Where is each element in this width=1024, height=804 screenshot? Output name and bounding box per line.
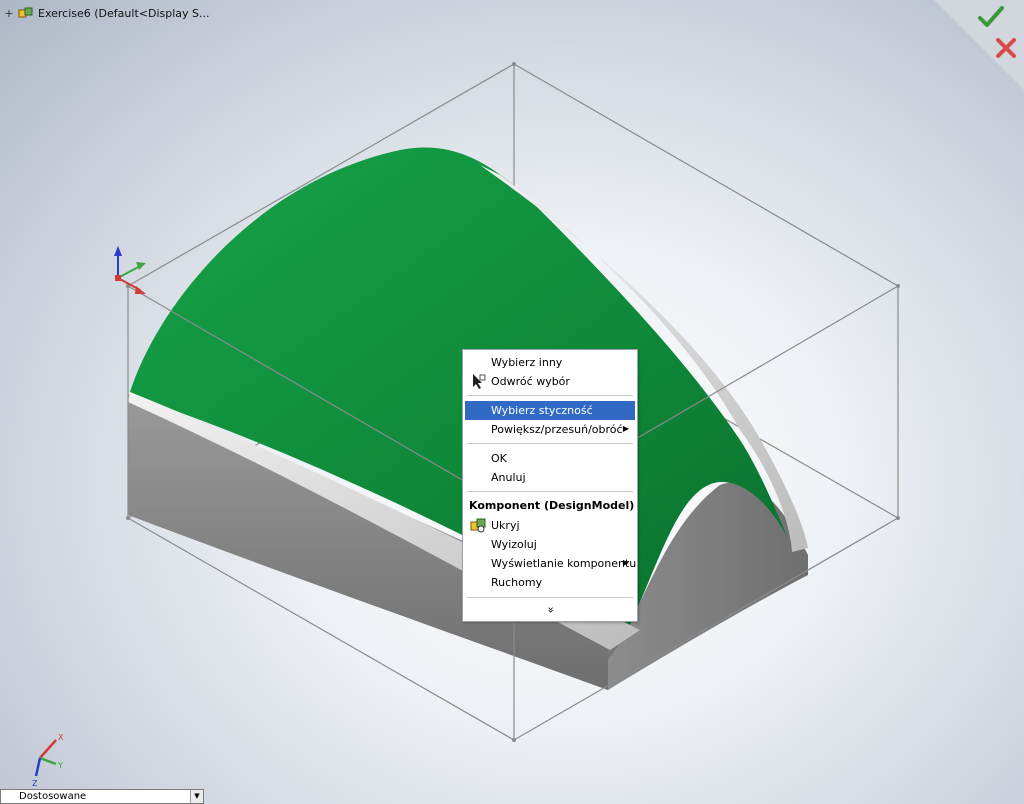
reference-triad: X Y Z xyxy=(32,733,64,788)
menu-separator xyxy=(467,443,633,444)
checkmark-icon xyxy=(978,6,1004,27)
cancel-button[interactable] xyxy=(992,34,1020,62)
menu-separator xyxy=(467,491,633,492)
confirmation-corner xyxy=(934,0,1024,90)
configuration-value: Dostosowane xyxy=(19,791,87,802)
triad-x-label: X xyxy=(58,733,64,742)
feature-tree-header[interactable]: + Exercise6 (Default<Display S... xyxy=(4,4,209,22)
cursor-icon xyxy=(473,374,486,389)
triad-z-label: Z xyxy=(32,779,38,788)
ok-button[interactable] xyxy=(976,4,1006,30)
menu-separator xyxy=(467,597,633,598)
cross-icon xyxy=(996,38,1016,58)
menu-item-isolate[interactable]: Wyizoluj xyxy=(465,535,635,554)
expand-menu-button[interactable]: » xyxy=(463,602,637,618)
menu-item-hide[interactable]: Ukryj xyxy=(465,516,635,535)
menu-item-zoom-pan-rotate[interactable]: Powiększ/przesuń/obróć ▶ xyxy=(465,420,635,439)
assembly-icon xyxy=(18,7,33,18)
submenu-arrow-icon: ▶ xyxy=(622,558,629,567)
submenu-arrow-icon: ▶ xyxy=(622,424,629,433)
menu-item-invert-selection[interactable]: Odwróć wybór xyxy=(465,372,635,391)
menu-item-floating[interactable]: Ruchomy xyxy=(465,573,635,592)
context-menu: Wybierz inny Odwróć wybór Wybierz styczn… xyxy=(462,349,638,622)
expand-icon[interactable]: + xyxy=(4,7,14,20)
menu-item-component-display[interactable]: Wyświetlanie komponentu ▶ xyxy=(465,554,636,573)
menu-item-select-tangency[interactable]: Wybierz styczność xyxy=(465,401,635,420)
menu-separator xyxy=(467,395,633,396)
menu-section-header: Komponent (DesignModel) xyxy=(469,499,635,512)
graphics-viewport[interactable]: + Exercise6 (Default<Display S... Wybier… xyxy=(0,0,1024,804)
document-title: Exercise6 (Default<Display S... xyxy=(38,6,210,20)
chevron-down-icon[interactable]: ▼ xyxy=(190,790,203,803)
configuration-dropdown[interactable]: Dostosowane ▼ xyxy=(0,789,204,804)
double-chevron-down-icon: » xyxy=(543,606,557,614)
menu-item-cancel[interactable]: Anuluj xyxy=(465,468,635,487)
hide-component-icon xyxy=(470,518,486,533)
menu-item-select-other[interactable]: Wybierz inny xyxy=(465,353,635,372)
menu-item-ok[interactable]: OK xyxy=(465,449,635,468)
triad-y-label: Y xyxy=(57,761,63,770)
